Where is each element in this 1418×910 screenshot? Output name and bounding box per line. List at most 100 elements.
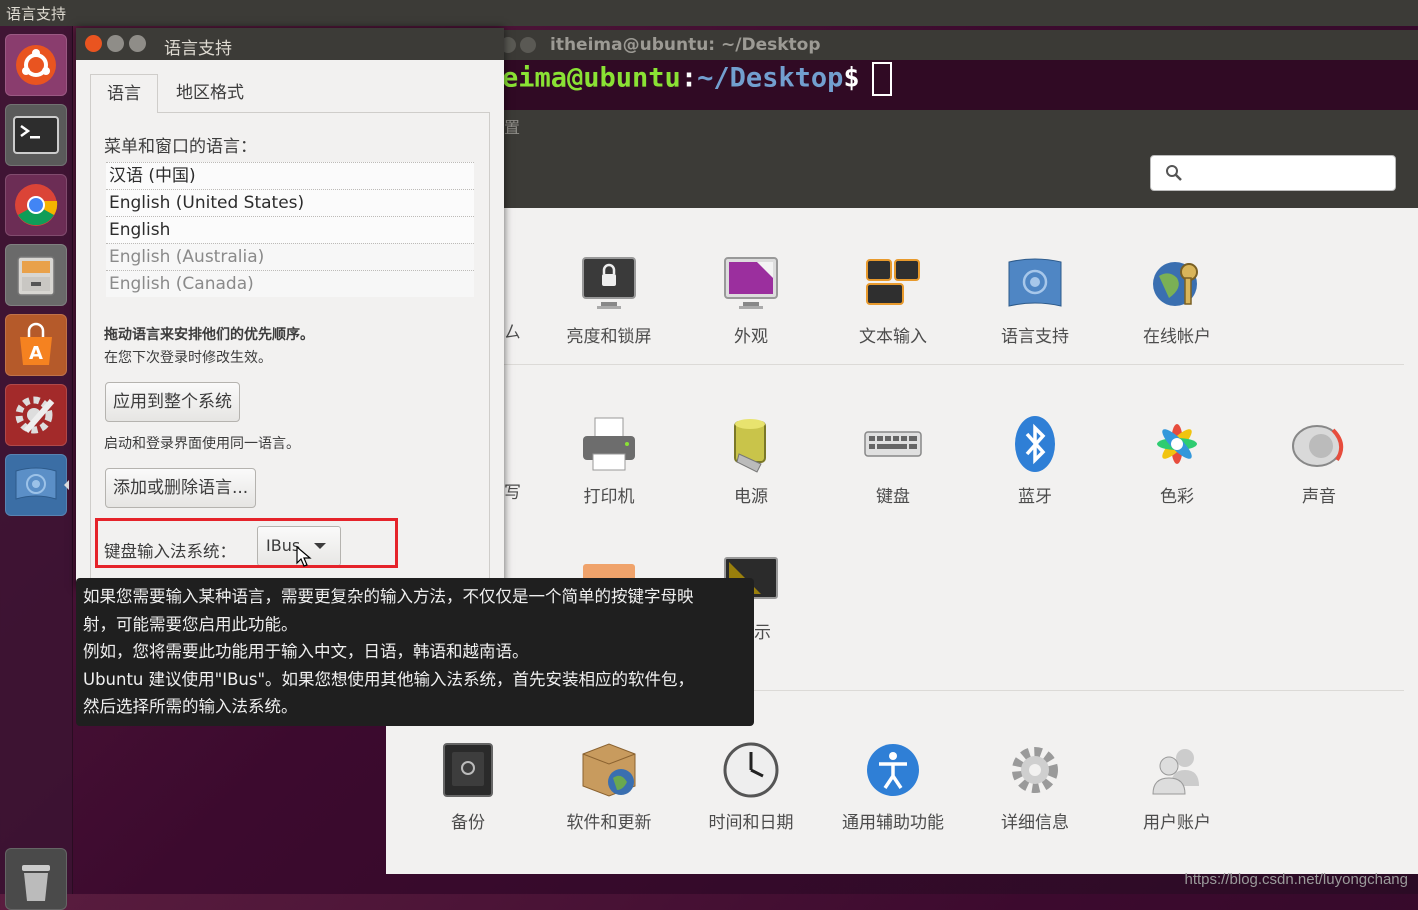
launcher: A [0, 26, 73, 910]
language-list[interactable]: 汉语 (中国) English (United States) English … [106, 162, 474, 297]
list-item[interactable]: English (Australia) [106, 243, 474, 270]
launcher-language-support[interactable] [5, 454, 69, 516]
tooltip-line: 射，可能需要您启用此功能。 [83, 614, 298, 634]
file-cabinet-icon [17, 256, 55, 296]
bluetooth-icon [1015, 416, 1055, 472]
online-accounts-icon [1153, 262, 1198, 306]
accessibility-icon [867, 744, 919, 796]
tooltip-line: 然后选择所需的输入法系统。 [83, 697, 298, 716]
tab-language[interactable]: 语言 [90, 74, 158, 113]
settings-item-label: 声音 [1302, 487, 1336, 507]
settings-item-time-date[interactable]: 时间和日期 [691, 740, 811, 833]
terminal-icon [13, 116, 59, 154]
apply-system-wide-button[interactable]: 应用到整个系统 [105, 382, 240, 422]
settings-item-label: 亮度和锁屏 [566, 327, 652, 347]
trash-icon [22, 865, 50, 901]
list-item[interactable]: English (United States) [106, 189, 474, 216]
system-settings-window: 置 ㄙ 亮度和锁屏 外观 文本输入 语言支持 在线帐户 写 打印机 电源 键盘 [386, 110, 1418, 874]
top-panel: 语言支持 [0, 0, 1418, 26]
speaker-icon [1292, 425, 1344, 467]
settings-item-user-accounts[interactable]: 用户账户 [1117, 740, 1237, 833]
menu-language-label: 菜单和窗口的语言： [104, 137, 257, 157]
maximize-button[interactable] [129, 35, 146, 52]
settings-item-keyboard[interactable]: 键盘 [833, 414, 953, 507]
launcher-software-center[interactable]: A [5, 314, 67, 376]
active-app-indicator [64, 480, 69, 490]
settings-search-input[interactable] [1150, 155, 1396, 191]
users-icon [1152, 749, 1199, 795]
tooltip-line: Ubuntu 建议使用"IBus"。如果您想使用其他输入法系统，首先安装相应的软… [83, 669, 695, 689]
battery-power-icon [734, 419, 766, 473]
terminal-title: itheima@ubuntu: ~/Desktop [550, 35, 821, 55]
launcher-chrome[interactable] [5, 174, 67, 236]
color-flower-icon [1157, 424, 1197, 464]
settings-item-label: 文本输入 [859, 327, 927, 347]
ubuntu-dash-button[interactable] [5, 34, 67, 96]
settings-item-appearance[interactable]: 外观 [691, 254, 811, 347]
settings-item-brightness[interactable]: 亮度和锁屏 [549, 254, 669, 347]
ubuntu-logo-icon [16, 45, 56, 85]
settings-item-label: 备份 [451, 813, 485, 833]
settings-item-label: 在线帐户 [1143, 327, 1211, 347]
package-globe-icon [582, 743, 636, 797]
settings-item-label: 打印机 [583, 487, 635, 507]
settings-header: 置 [386, 110, 1418, 208]
language-flag-icon [15, 467, 57, 500]
keyboard-keys-icon [866, 259, 920, 305]
prompt-dollar: $ [843, 62, 860, 94]
settings-item-details[interactable]: 详细信息 [975, 740, 1095, 833]
mouse-pointer-icon [296, 546, 312, 567]
settings-item-label: 用户账户 [1143, 813, 1211, 833]
tooltip-line: 如果您需要输入某种语言，需要更复杂的输入方法，不仅仅是一个简单的按键字母映 [83, 587, 694, 606]
dialog-titlebar: 语言支持 [76, 28, 504, 60]
settings-item-online-accounts[interactable]: 在线帐户 [1117, 254, 1237, 347]
add-remove-languages-button[interactable]: 添加或删除语言... [105, 468, 257, 508]
search-icon [1166, 165, 1182, 181]
settings-item-backups[interactable]: 备份 [408, 740, 528, 833]
launcher-trash[interactable] [5, 848, 67, 910]
next-login-hint: 在您下次登录时修改生效。 [104, 350, 272, 366]
settings-item-printers[interactable]: 打印机 [549, 414, 669, 507]
tab-regional-formats[interactable]: 地区格式 [162, 74, 258, 112]
language-support-dialog: 语言支持 语言 地区格式 菜单和窗口的语言： 汉语 (中国) English (… [76, 28, 504, 594]
settings-item-label: 电源 [734, 487, 768, 507]
terminal-maximize-button[interactable] [520, 37, 536, 53]
annotation-highlight-box [95, 518, 398, 568]
settings-item-text-entry[interactable]: 文本输入 [833, 254, 953, 347]
login-screen-hint: 启动和登录界面使用同一语言。 [104, 436, 300, 452]
language-flag-icon [1008, 258, 1062, 307]
tooltip-line: 例如，您将需要此功能用于输入中文，日语，韩语和越南语。 [83, 642, 529, 661]
settings-item-label: 通用辅助功能 [842, 813, 944, 833]
settings-item-sound[interactable]: 声音 [1259, 414, 1379, 507]
system-settings-icon [15, 396, 55, 434]
settings-item-label: 蓝牙 [1018, 487, 1052, 507]
settings-item-power[interactable]: 电源 [691, 414, 811, 507]
terminal-cursor [871, 62, 892, 96]
settings-item-bluetooth[interactable]: 蓝牙 [975, 414, 1095, 507]
settings-item-label: 时间和日期 [708, 813, 794, 833]
chrome-icon [15, 184, 58, 226]
settings-title-fragment: 置 [504, 118, 521, 137]
settings-item-language-support[interactable]: 语言支持 [975, 254, 1095, 347]
settings-item-universal-access[interactable]: 通用辅助功能 [833, 740, 953, 833]
settings-item-software-updates[interactable]: 软件和更新 [549, 740, 669, 833]
safe-icon [443, 743, 493, 797]
settings-item-color[interactable]: 色彩 [1117, 414, 1237, 507]
tooltip: 如果您需要输入某种语言，需要更复杂的输入方法，不仅仅是一个简单的按键字母映 射，… [76, 578, 754, 726]
list-item[interactable]: 汉语 (中国) [106, 162, 474, 189]
terminal-window[interactable]: itheima@ubuntu: ~/Desktop eima@ubuntu:~/… [500, 30, 1418, 110]
launcher-terminal[interactable] [5, 104, 67, 166]
svg-text:A: A [29, 343, 43, 364]
app-menu-title[interactable]: 语言支持 [6, 3, 66, 24]
close-button[interactable] [85, 35, 102, 52]
dialog-title: 语言支持 [164, 39, 232, 59]
prompt-path: ~/Desktop [697, 62, 844, 94]
launcher-system-settings[interactable] [5, 384, 67, 446]
section-divider [504, 364, 1404, 365]
list-item[interactable]: English [106, 216, 474, 243]
software-center-icon: A [20, 322, 52, 365]
launcher-files[interactable] [5, 244, 67, 306]
minimize-button[interactable] [107, 35, 124, 52]
settings-item-label: 色彩 [1160, 487, 1194, 507]
list-item[interactable]: English (Canada) [106, 270, 474, 297]
